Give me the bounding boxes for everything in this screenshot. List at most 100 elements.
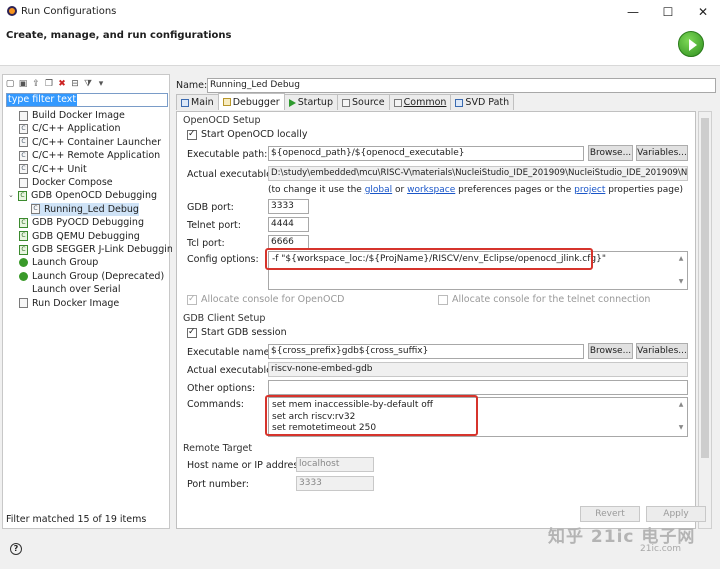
other-options-field[interactable] <box>268 380 688 395</box>
commands-label: Commands: <box>187 399 244 410</box>
tree-item-c-unit[interactable]: C C/C++ Unit <box>19 163 87 176</box>
commands-highlight-box <box>265 395 478 436</box>
window-title: Run Configurations <box>21 6 117 17</box>
eclipse-app-icon <box>7 6 17 16</box>
port-label: Port number: <box>187 479 249 490</box>
tree-item-gdb-jlink[interactable]: C GDB SEGGER J-Link Debugging <box>19 243 179 256</box>
telnet-port-label: Telnet port: <box>187 220 241 231</box>
openocd-group-title: OpenOCD Setup <box>183 115 261 126</box>
launch-group-icon <box>19 258 28 268</box>
start-gdb-checkbox[interactable]: Start GDB session <box>187 327 287 338</box>
project-link[interactable]: project <box>574 185 605 195</box>
other-options-label: Other options: <box>187 383 256 394</box>
duplicate-icon[interactable]: ❐ <box>44 79 54 89</box>
dialog-header: Create, manage, and run configurations <box>0 24 720 66</box>
workspace-link[interactable]: workspace <box>407 185 455 195</box>
help-icon[interactable]: ? <box>10 543 22 555</box>
minimize-button[interactable]: — <box>616 2 650 22</box>
config-tabs: Main Debugger Startup Source Common SVD … <box>176 93 515 111</box>
gdb-icon: C <box>18 190 27 201</box>
openocd-browse-button[interactable]: Browse... <box>588 145 633 161</box>
collapse-all-icon[interactable]: ⊟ <box>70 79 80 89</box>
debugger-panel: OpenOCD Setup Start OpenOCD locally Exec… <box>176 111 696 529</box>
remote-target-group-title: Remote Target <box>183 443 253 454</box>
gdb-port-label: GDB port: <box>187 202 234 213</box>
view-menu-icon[interactable]: ▾ <box>96 79 106 89</box>
new-prototype-icon[interactable]: ▣ <box>18 79 28 89</box>
gdb-icon: C <box>19 231 28 242</box>
tab-common[interactable]: Common <box>388 94 452 110</box>
openocd-exe-label: Executable path: <box>187 149 268 160</box>
gdb-browse-button[interactable]: Browse... <box>588 343 633 359</box>
main-tab-icon <box>181 98 189 107</box>
tree-item-gdb-pyocd[interactable]: C GDB PyOCD Debugging <box>19 216 144 229</box>
config-tree-pane: ▢ ▣ ⇪ ❐ ✖ ⊟ ⧩ ▾ type filter text Build D… <box>2 74 179 529</box>
openocd-actual-field: D:\study\embedded\mcu\RISC-V\materials\N… <box>268 166 688 181</box>
tree-toolbar: ▢ ▣ ⇪ ❐ ✖ ⊟ ⧩ ▾ <box>5 77 106 91</box>
gdb-port-field[interactable]: 3333 <box>268 199 309 214</box>
openocd-exe-field[interactable]: ${openocd_path}/${openocd_executable} <box>268 146 584 161</box>
c-config-icon: C <box>31 204 40 215</box>
export-icon[interactable]: ⇪ <box>31 79 41 89</box>
telnet-console-checkbox[interactable]: Allocate console for the telnet connecti… <box>438 294 650 305</box>
gdb-icon: C <box>19 244 28 255</box>
tree-item-running-led-debug[interactable]: C Running_Led Debug <box>31 202 139 216</box>
tree-item-c-remote[interactable]: C C/C++ Remote Application <box>19 149 160 162</box>
tree-item-docker-compose[interactable]: Docker Compose <box>19 176 113 189</box>
revert-button[interactable]: Revert <box>580 506 640 522</box>
dialog-heading: Create, manage, and run configurations <box>6 30 232 41</box>
tab-debugger[interactable]: Debugger <box>217 93 285 110</box>
tab-source[interactable]: Source <box>336 94 390 110</box>
name-field[interactable]: Running_Led Debug <box>207 78 716 93</box>
preferences-hint: (to change it use the global or workspac… <box>268 185 683 195</box>
tree-item-c-container[interactable]: C C/C++ Container Launcher <box>19 136 161 149</box>
global-link[interactable]: global <box>365 185 392 195</box>
panel-scrollbar[interactable] <box>698 111 712 529</box>
collapse-chevron-icon[interactable]: ⌄ <box>8 189 16 202</box>
tab-main[interactable]: Main <box>176 94 219 110</box>
tree-item-c-app[interactable]: C C/C++ Application <box>19 122 121 135</box>
filter-icon[interactable]: ⧩ <box>83 79 93 89</box>
openocd-console-checkbox[interactable]: Allocate console for OpenOCD <box>187 294 344 305</box>
textarea-scrollbar[interactable]: ▲ ▼ <box>676 253 686 288</box>
new-config-icon[interactable]: ▢ <box>5 79 15 89</box>
tree-item-run-docker-image[interactable]: Run Docker Image <box>19 297 119 310</box>
window-titlebar: Run Configurations — ☐ ✕ <box>0 0 720 24</box>
docker-icon <box>19 110 28 121</box>
start-openocd-checkbox[interactable]: Start OpenOCD locally <box>187 129 307 140</box>
host-field[interactable]: localhost <box>296 457 374 472</box>
port-field[interactable]: 3333 <box>296 476 374 491</box>
config-highlight-box <box>265 248 593 270</box>
tree-item-gdb-openocd[interactable]: ⌄ C GDB OpenOCD Debugging <box>8 189 157 202</box>
c-container-icon: C <box>19 137 28 148</box>
tree-item-launch-group-deprecated[interactable]: Launch Group (Deprecated) <box>19 270 164 283</box>
close-button[interactable]: ✕ <box>686 2 720 22</box>
host-label: Host name or IP address: <box>187 460 307 471</box>
launch-group-icon <box>19 271 28 281</box>
openocd-variables-button[interactable]: Variables... <box>636 145 688 161</box>
common-icon <box>393 98 402 107</box>
config-editor: Name: Running_Led Debug Main Debugger St… <box>172 74 718 529</box>
c-unit-icon: C <box>19 164 28 175</box>
gdb-exe-field[interactable]: ${cross_prefix}gdb${cross_suffix} <box>268 344 584 359</box>
tab-startup[interactable]: Startup <box>283 94 338 110</box>
maximize-button[interactable]: ☐ <box>651 2 685 22</box>
bug-icon <box>222 98 231 106</box>
tree-item-gdb-qemu[interactable]: C GDB QEMU Debugging <box>19 230 140 243</box>
gdb-icon: C <box>19 217 28 228</box>
config-options-label: Config options: <box>187 254 259 265</box>
docker-compose-icon <box>19 177 28 188</box>
apply-button[interactable]: Apply <box>646 506 706 522</box>
filter-input[interactable]: type filter text <box>6 93 168 107</box>
tree-item-launch-group[interactable]: Launch Group <box>19 256 98 269</box>
tree-item-launch-serial[interactable]: Launch over Serial <box>32 283 121 296</box>
textarea-scrollbar[interactable]: ▲ ▼ <box>676 399 686 435</box>
telnet-port-field[interactable]: 4444 <box>268 217 309 232</box>
tree-item-build-docker-image[interactable]: Build Docker Image <box>19 109 125 122</box>
delete-icon[interactable]: ✖ <box>57 79 67 89</box>
gdb-client-group-title: GDB Client Setup <box>183 313 266 324</box>
gdb-variables-button[interactable]: Variables... <box>636 343 688 359</box>
tcl-port-label: Tcl port: <box>187 238 225 249</box>
tab-svd-path[interactable]: SVD Path <box>450 94 515 110</box>
source-icon <box>341 98 350 107</box>
